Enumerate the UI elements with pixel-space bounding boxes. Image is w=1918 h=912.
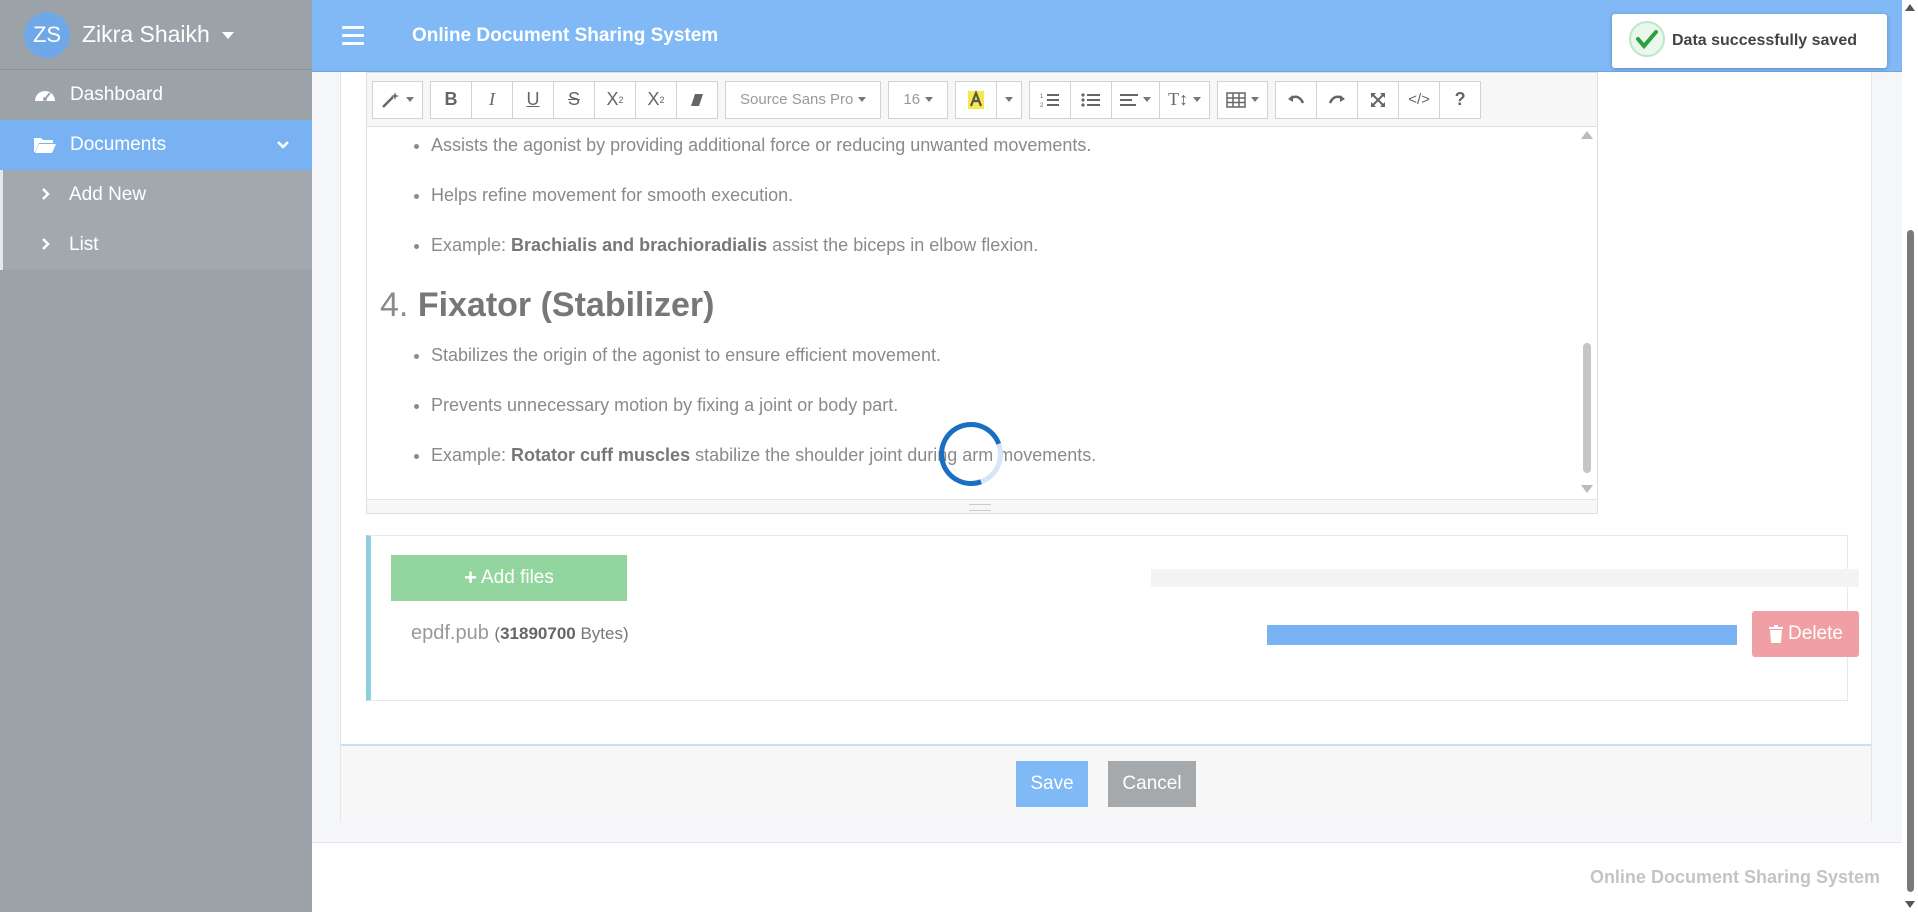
sidebar-item-documents[interactable]: Documents [0,120,312,170]
scroll-up-icon[interactable] [1905,4,1915,11]
sidebar-item-label: List [69,234,99,255]
form-actions: Save Cancel [341,744,1871,822]
toast-message: Data successfully saved [1672,32,1857,49]
line-height-icon[interactable]: T↕ [1159,80,1211,119]
align-icon[interactable] [1111,80,1161,119]
page-footer: Online Document Sharing System [312,842,1902,912]
unordered-list-icon[interactable] [1070,80,1113,119]
section-heading: 4. Fixator (Stabilizer) [380,286,715,324]
app-title: Online Document Sharing System [412,24,719,46]
scroll-down-icon[interactable] [1581,485,1593,493]
chevron-down-icon [276,134,290,156]
sidebar-item-label: Dashboard [70,84,163,105]
file-name: epdf.pub [411,622,489,644]
bold-button[interactable]: B [430,80,472,119]
list-item: Prevents unnecessary motion by fixing a … [431,387,1581,437]
user-panel[interactable]: ZS Zikra Shaikh [0,0,312,70]
code-view-button[interactable]: </> [1398,80,1441,119]
italic-button[interactable]: I [471,80,513,119]
scroll-up-icon[interactable] [1581,131,1593,139]
table-icon[interactable] [1217,80,1269,119]
sidebar-item-dashboard[interactable]: Dashboard [0,70,312,120]
chevron-right-icon [41,187,51,204]
fullscreen-icon[interactable] [1357,80,1400,119]
list-item: Example: Brachialis and brachioradialis … [431,227,1581,277]
uploaded-file: epdf.pub (31890700 Bytes) [411,622,629,645]
chevron-down-icon[interactable] [221,32,234,39]
document-form-card: B I U S X2 X2 Source Sans Pro 16 12 T↕ <… [340,72,1872,822]
footer-text: Online Document Sharing System [1589,867,1880,887]
file-progress-bar [1267,625,1737,645]
strikethrough-button[interactable]: S [553,80,595,119]
avatar[interactable]: ZS [24,11,70,58]
scroll-down-icon[interactable] [1905,901,1915,908]
magic-wand-icon[interactable] [372,80,423,119]
chevron-right-icon [41,237,51,254]
check-circle-icon [1628,20,1666,63]
list-item: Helps refine movement for smooth executi… [431,177,1581,227]
dashboard-icon [32,84,58,106]
text-color-dropdown[interactable] [996,80,1023,119]
ordered-list-icon[interactable]: 12 [1029,80,1072,119]
plus-icon: + [464,565,477,590]
sidebar-item-list[interactable]: List [3,220,312,270]
underline-button[interactable]: U [512,80,554,119]
grip-icon [969,504,991,511]
eraser-icon[interactable] [676,80,718,119]
svg-text:2: 2 [1040,103,1044,108]
file-size: (31890700 Bytes) [494,624,629,643]
list-item: Assists the agonist by providing additio… [431,127,1581,177]
hamburger-menu-icon[interactable] [342,26,364,45]
folder-open-icon [32,134,58,156]
overall-progress-bar [1151,569,1859,587]
sidebar-item-add-new[interactable]: Add New [3,170,312,220]
list-item: Stabilizes the origin of the agonist to … [431,337,1581,387]
trash-icon [1768,625,1784,643]
sidebar-item-label: Documents [70,134,167,155]
subscript-button[interactable]: X2 [635,80,677,119]
superscript-button[interactable]: X2 [594,80,636,119]
editor-scrollbar[interactable] [1579,127,1597,497]
rich-text-editor[interactable]: B I U S X2 X2 Source Sans Pro 16 12 T↕ <… [366,72,1598,514]
bullet-list: Assists the agonist by providing additio… [367,127,1581,277]
file-upload-panel: + Add files epdf.pub (31890700 Bytes) Del… [366,535,1859,701]
sidebar-item-label: Add New [69,184,147,205]
delete-file-button[interactable]: Delete [1752,611,1859,657]
scrollbar-thumb[interactable] [1583,343,1591,473]
user-name[interactable]: Zikra Shaikh [82,21,210,48]
documents-submenu: Add New List [0,170,312,270]
list-item: Example: Rotator cuff muscles stabilize … [431,437,1581,487]
progress-fill [1267,625,1737,645]
text-color-button[interactable] [955,80,998,119]
editor-toolbar: B I U S X2 X2 Source Sans Pro 16 12 T↕ <… [367,73,1597,127]
add-files-button[interactable]: + Add files [391,555,627,601]
help-button[interactable]: ? [1439,80,1482,119]
save-button[interactable]: Save [1016,761,1088,807]
editor-resize-handle[interactable] [367,499,1597,513]
font-family-select[interactable]: Source Sans Pro [725,80,882,119]
font-size-select[interactable]: 16 [888,80,949,119]
cancel-button[interactable]: Cancel [1108,761,1196,807]
svg-text:1: 1 [1040,94,1044,100]
success-toast[interactable]: Data successfully saved [1612,14,1887,68]
redo-icon[interactable] [1316,80,1359,119]
scrollbar-thumb[interactable] [1907,230,1914,892]
sidebar: ZS Zikra Shaikh Dashboard Documents Add … [0,0,312,912]
undo-icon[interactable] [1275,80,1318,119]
page-scrollbar[interactable] [1902,0,1918,912]
